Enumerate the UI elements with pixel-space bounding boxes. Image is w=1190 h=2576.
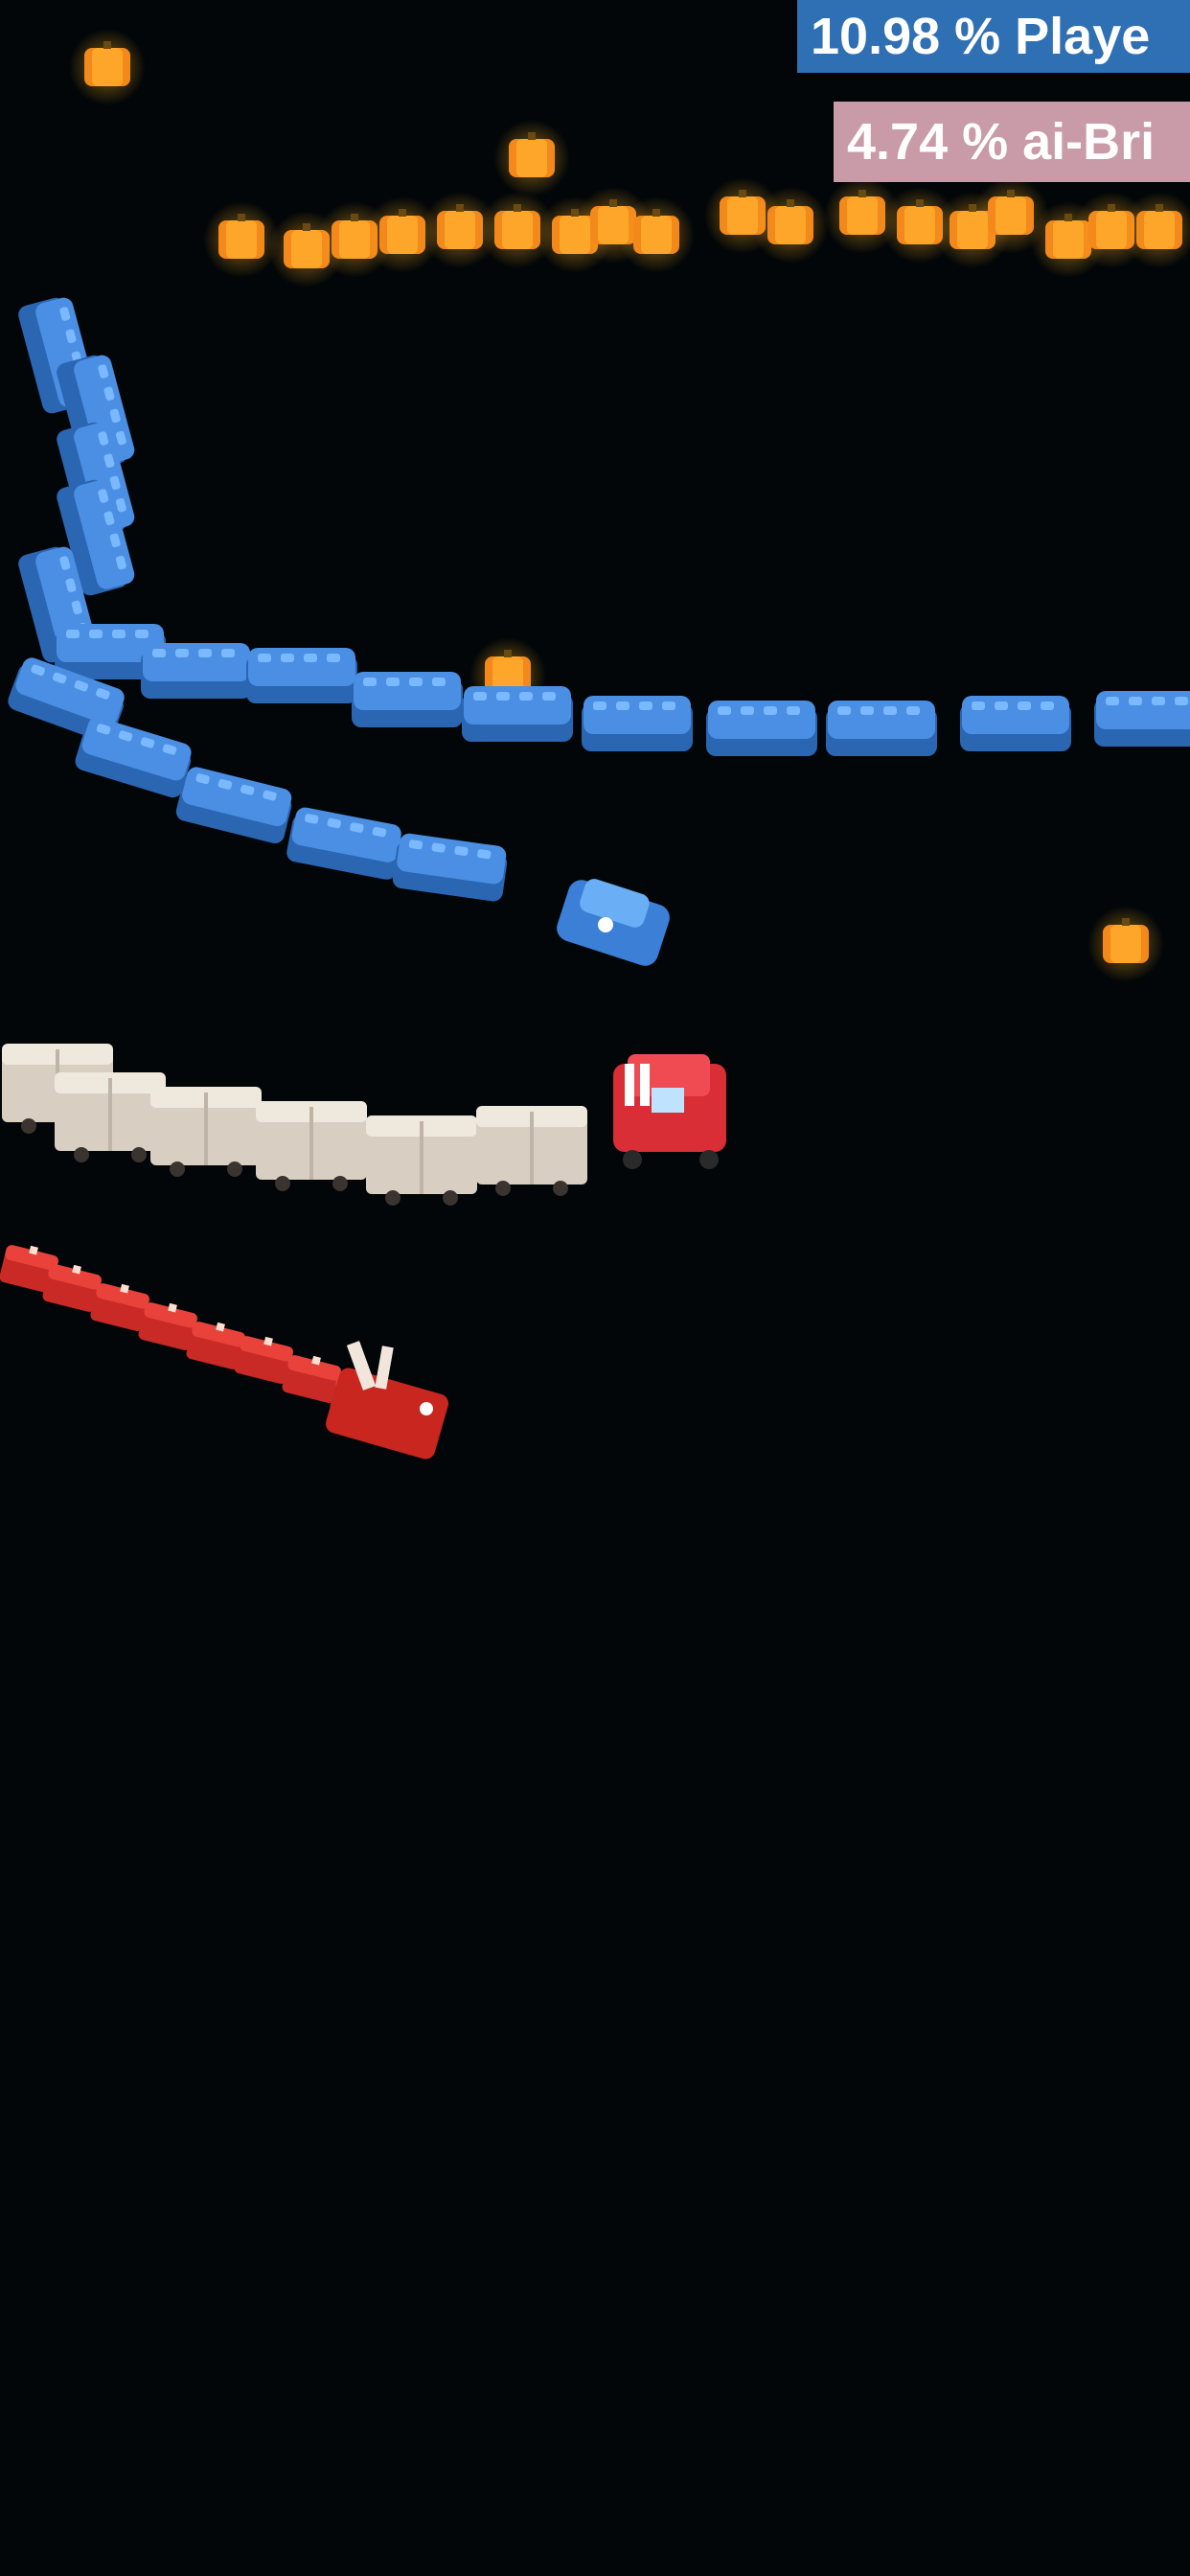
blue-train-car <box>826 701 937 756</box>
game-field[interactable] <box>0 0 1190 2576</box>
pumpkin-icon <box>618 196 695 273</box>
blue-train-car <box>173 764 296 846</box>
blue-train-car <box>246 648 357 703</box>
blue-train-car <box>706 701 817 756</box>
blue-train-car <box>462 686 573 742</box>
pumpkin-icon <box>493 120 570 196</box>
truck-wagon <box>366 1116 477 1206</box>
truck-wagon <box>256 1101 367 1191</box>
dragon-snake <box>0 1239 448 1460</box>
blue-train-car <box>960 696 1071 751</box>
pumpkin-icon <box>69 29 146 105</box>
blue-train-car <box>141 643 252 699</box>
blue-train-car <box>285 805 405 882</box>
pumpkin-icon <box>752 187 829 264</box>
blue-train-car <box>1094 691 1190 747</box>
leaderboard-entry-2: 4.74 % ai-Bri <box>834 102 1190 182</box>
red-truck-head <box>613 1054 726 1169</box>
truck-snake <box>2 1044 726 1206</box>
blue-train-head <box>557 879 670 966</box>
truck-wagon <box>476 1106 587 1196</box>
leaderboard-entry-1: 10.98 % Playe <box>797 0 1190 73</box>
truck-wagon <box>150 1087 262 1177</box>
pumpkin-icon <box>1087 906 1164 982</box>
blue-train-car <box>582 696 693 751</box>
blue-train-car <box>391 832 510 903</box>
pumpkin-icon <box>203 201 280 278</box>
dragon-head <box>326 1341 448 1460</box>
blue-train-snake <box>5 293 1190 966</box>
blue-train-car <box>352 672 463 727</box>
blue-train-car <box>73 714 195 800</box>
truck-wagon <box>55 1072 166 1162</box>
